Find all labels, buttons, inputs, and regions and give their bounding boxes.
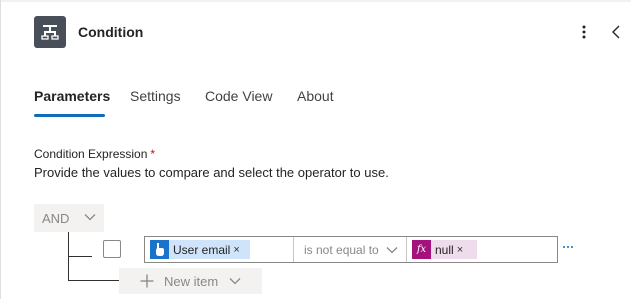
required-indicator: * — [150, 147, 156, 161]
condition-expression-label-text: Condition Expression — [34, 147, 148, 161]
remove-token-button[interactable]: × — [457, 244, 463, 256]
ellipsis-dot — [567, 246, 569, 248]
horizontal-ellipsis-icon — [563, 246, 565, 248]
panel-title: Condition — [78, 24, 144, 40]
chevron-left-icon — [612, 25, 620, 39]
tree-connector-new-item — [68, 280, 120, 281]
tab-about[interactable]: About — [297, 88, 334, 104]
left-operand-field[interactable]: User email × — [145, 237, 293, 262]
more-options-button[interactable] — [574, 20, 594, 44]
chevron-down-icon — [229, 278, 241, 285]
tab-parameters[interactable]: Parameters — [34, 88, 110, 104]
remove-token-button[interactable]: × — [233, 244, 239, 256]
operator-value: is not equal to — [304, 243, 379, 257]
vertical-ellipsis-icon — [582, 25, 586, 39]
right-operand-field[interactable]: fx null × — [407, 237, 557, 262]
ellipsis-dot — [571, 246, 573, 248]
condition-row: User email × is not equal to fx null × — [144, 236, 558, 263]
condition-expression-label: Condition Expression * — [34, 147, 155, 161]
group-operator-dropdown[interactable]: AND — [34, 204, 104, 232]
operator-dropdown[interactable]: is not equal to — [294, 237, 406, 262]
new-item-button[interactable]: New item — [119, 268, 262, 294]
tree-connector-row — [68, 256, 92, 257]
condition-description: Provide the values to compare and select… — [34, 165, 389, 180]
panel-left-edge — [0, 0, 1, 299]
row-select-checkbox[interactable] — [103, 240, 121, 258]
collapse-panel-button[interactable] — [606, 20, 626, 44]
user-email-token-label: User email — [173, 242, 231, 257]
panel-top-edge — [0, 0, 631, 2]
chevron-down-icon — [84, 214, 96, 221]
new-item-label: New item — [164, 274, 219, 289]
tab-settings[interactable]: Settings — [130, 88, 181, 104]
condition-icon — [34, 16, 66, 48]
tab-code-view[interactable]: Code View — [205, 88, 272, 104]
plus-icon — [140, 274, 154, 288]
chevron-down-icon — [386, 247, 398, 254]
null-expression-token[interactable]: fx null × — [412, 240, 477, 259]
active-tab-indicator — [34, 114, 105, 117]
row-more-options-button[interactable] — [563, 238, 579, 256]
function-icon: fx — [412, 240, 431, 259]
user-email-token[interactable]: User email × — [150, 240, 250, 259]
function-icon-text: fx — [416, 244, 427, 255]
null-token-label: null — [435, 242, 454, 257]
group-operator-value: AND — [42, 210, 70, 226]
user-icon — [150, 240, 169, 259]
